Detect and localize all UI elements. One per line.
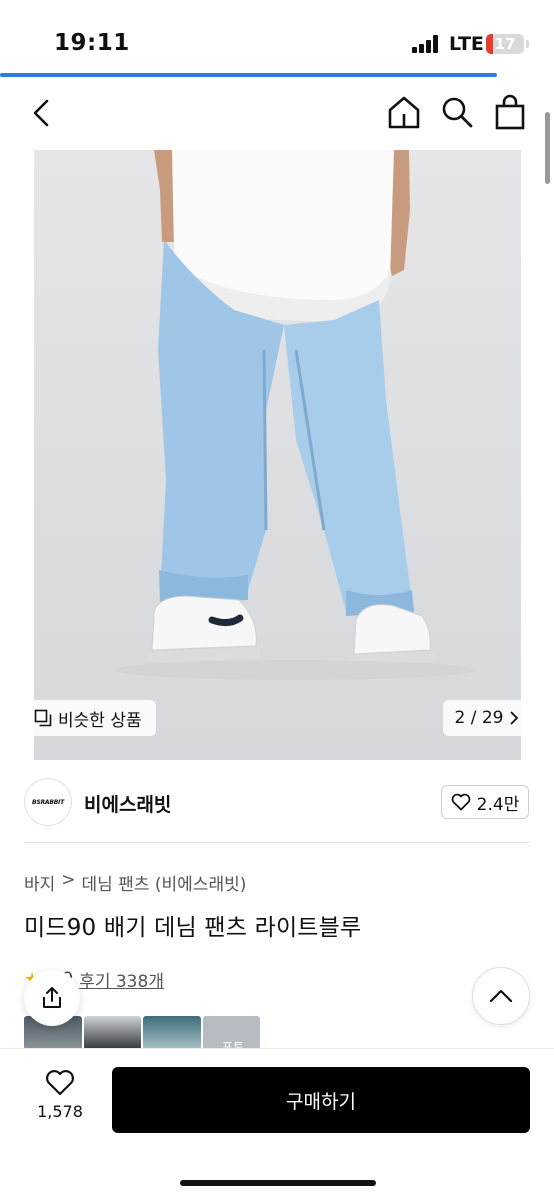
heart-icon [451, 793, 470, 811]
battery-level: 17 [494, 35, 516, 53]
buy-button[interactable]: 구매하기 [112, 1067, 530, 1133]
scroll-top-button[interactable] [472, 967, 530, 1025]
brand-like-count: 2.4만 [476, 794, 520, 815]
divider [24, 842, 530, 843]
brand-like-button[interactable]: 2.4만 [441, 785, 529, 819]
similar-products-label: 비슷한 상품 [58, 710, 142, 731]
product-photo [114, 150, 474, 680]
wishlist-count: 1,578 [37, 1102, 83, 1121]
product-image[interactable] [34, 150, 521, 760]
chevron-up-icon [489, 989, 513, 1003]
heart-icon [46, 1070, 74, 1096]
signal-icon [412, 35, 442, 53]
share-button[interactable] [24, 970, 80, 1026]
brand-row: BSRABBIT 비에스래빗 2.4만 [0, 770, 554, 834]
breadcrumb: 바지 > 데님 팬츠 (비에스래빗) [24, 870, 246, 895]
status-time: 19:11 [54, 30, 130, 56]
status-bar: 19:11 LTE 17 [0, 0, 554, 74]
product-title: 미드90 배기 데님 팬츠 라이트블루 [24, 915, 362, 941]
review-thumbnail[interactable] [83, 1016, 141, 1050]
gallery-pager-label: 2 / 29 [454, 708, 504, 728]
home-indicator [180, 1180, 376, 1186]
battery-icon: 17 [486, 34, 524, 54]
breadcrumb-category[interactable]: 바지 [24, 870, 55, 895]
chevron-left-icon[interactable] [30, 98, 54, 128]
search-icon[interactable] [440, 95, 474, 129]
chevron-right-icon [510, 711, 519, 725]
shopping-bag-icon[interactable] [494, 94, 526, 130]
scroll-indicator [545, 112, 550, 184]
similar-icon [34, 709, 52, 727]
breadcrumb-subcategory[interactable]: 데님 팬츠 (비에스래빗) [82, 870, 247, 895]
network-label: LTE [449, 33, 484, 55]
brand-logo-text: BSRABBIT [31, 798, 65, 806]
wishlist-button[interactable]: 1,578 [22, 1069, 98, 1131]
page-load-progress [0, 73, 497, 77]
review-thumbnail[interactable] [143, 1016, 201, 1050]
review-thumbnail-more[interactable]: 포토 [202, 1016, 260, 1050]
home-icon[interactable] [386, 94, 422, 130]
breadcrumb-separator: > [61, 870, 76, 890]
similar-products-button[interactable]: 비슷한 상품 [24, 700, 156, 736]
brand-name[interactable]: 비에스래빗 [84, 790, 171, 817]
purchase-bar: 1,578 구매하기 [0, 1048, 554, 1200]
share-icon [43, 987, 61, 1008]
battery-tip [526, 40, 529, 48]
gallery-pager[interactable]: 2 / 29 [443, 700, 531, 736]
brand-logo[interactable]: BSRABBIT [24, 778, 72, 826]
review-link[interactable]: 후기 338개 [79, 967, 164, 992]
product-header [0, 82, 554, 144]
